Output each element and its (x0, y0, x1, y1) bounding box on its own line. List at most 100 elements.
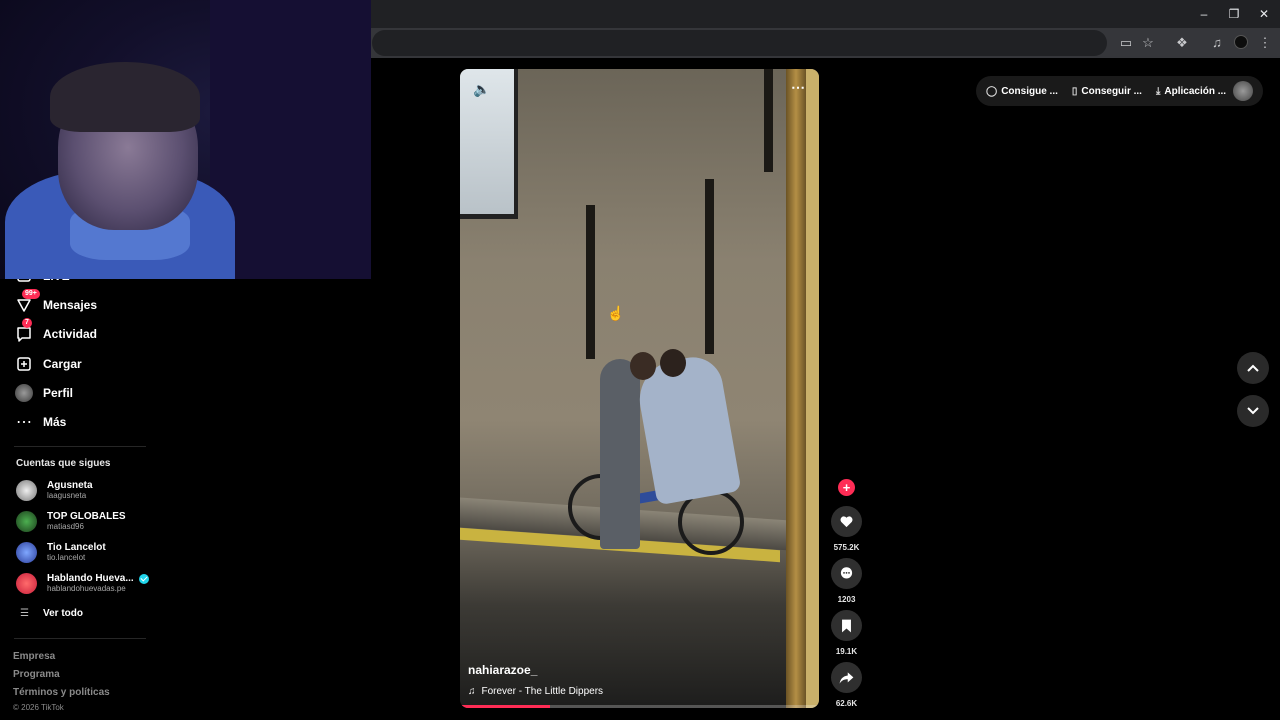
account-username: laagusneta (47, 491, 87, 500)
account-name: Hablando Hueva... (47, 573, 149, 584)
close-icon[interactable]: ✕ (1256, 6, 1272, 22)
webcam-overlay (0, 0, 371, 279)
sidebar-item-label: Cargar (43, 357, 82, 371)
hand-cursor-icon: ☝ (607, 305, 625, 321)
account-name: TOP GLOBALES (47, 511, 126, 522)
following-section-title: Cuentas que sigues (16, 458, 111, 469)
phone-icon: ▯ (1071, 85, 1078, 97)
see-all-button[interactable]: ☰ Ver todo (20, 608, 83, 619)
chevron-up-icon (1247, 364, 1259, 372)
following-account[interactable]: Tio Lancelot tio.lancelot (16, 542, 106, 563)
see-all-label: Ver todo (42, 608, 83, 619)
account-username: tio.lancelot (47, 553, 86, 562)
get-app-label: Conseguir ... (1081, 85, 1142, 97)
sidebar-item-more[interactable]: ⋯ Más (14, 410, 66, 434)
messages-icon: 99+ (14, 289, 40, 315)
video-scene-head (630, 352, 656, 380)
following-account[interactable]: Agusneta laagusneta (16, 480, 93, 501)
sidebar-item-label: Perfil (43, 386, 74, 400)
sidebar-divider (14, 446, 146, 447)
avatar (16, 480, 37, 501)
download-icon: ⤓ (1155, 85, 1161, 97)
video-author[interactable]: nahiarazoe_ (468, 663, 537, 677)
messages-badge: 99+ (22, 289, 40, 299)
sidebar-item-label: Actividad (43, 327, 98, 341)
get-app-button[interactable]: ▯ Conseguir ... (1072, 86, 1142, 97)
copyright: © 2026 TikTok (13, 703, 64, 712)
share-count: 62.6K (835, 699, 858, 708)
user-avatar[interactable] (1233, 81, 1253, 101)
heart-icon (840, 516, 853, 528)
browser-profile-icon[interactable] (1234, 35, 1248, 49)
video-scene-pole (786, 69, 806, 708)
follow-button[interactable]: + (838, 479, 855, 496)
coin-icon: ◯ (986, 85, 998, 97)
chevron-down-icon (1247, 407, 1259, 415)
share-button[interactable] (831, 662, 862, 693)
video-more-icon[interactable]: ⋯ (791, 79, 805, 96)
avatar (16, 542, 37, 563)
share-icon (839, 671, 854, 684)
music-title: Forever - The Little Dippers (481, 686, 604, 697)
account-name-text: Hablando Hueva... (47, 573, 134, 584)
media-control-icon[interactable]: ♫ (1209, 35, 1225, 51)
video-scene-pole-edge (806, 69, 819, 708)
minimize-icon[interactable]: – (1196, 6, 1212, 22)
account-username: matiasd96 (47, 522, 84, 531)
download-app-label: Aplicación ... (1164, 85, 1227, 97)
sidebar-item-upload[interactable]: Cargar (14, 352, 82, 376)
restore-icon[interactable]: ❐ (1226, 6, 1242, 22)
bookmark-star-icon[interactable]: ☆ (1140, 35, 1156, 51)
install-app-icon[interactable]: ▭ (1118, 35, 1134, 51)
get-coins-label: Consigue ... (1001, 85, 1058, 97)
verified-icon (138, 573, 149, 584)
following-account[interactable]: Hablando Hueva... hablandohuevadas.pe (16, 573, 149, 594)
footer-link-company[interactable]: Empresa (13, 651, 55, 662)
next-video-button[interactable] (1237, 395, 1269, 427)
sidebar-divider (14, 638, 146, 639)
footer-link-terms[interactable]: Términos y políticas (13, 687, 110, 698)
video-scene-slot (764, 69, 773, 172)
comment-button[interactable] (831, 558, 862, 589)
sidebar-item-activity[interactable]: 7 Actividad (14, 318, 98, 346)
comment-icon (840, 567, 853, 579)
save-button[interactable] (831, 610, 862, 641)
sidebar-item-profile[interactable]: Perfil (14, 381, 73, 405)
music-note-icon: ♫ (468, 686, 476, 697)
profile-avatar (14, 383, 34, 403)
video-scene-head (660, 349, 686, 377)
video-music[interactable]: ♫ Forever - The Little Dippers (468, 686, 603, 697)
comment-count: 1203 (837, 595, 856, 604)
avatar (16, 511, 37, 532)
video-progress-fill (460, 705, 550, 708)
footer-link-program[interactable]: Programa (13, 669, 60, 680)
download-app-button[interactable]: ⤓ Aplicación ... (1156, 86, 1226, 97)
activity-icon: 7 (14, 318, 34, 344)
save-count: 19.1K (835, 647, 858, 656)
extensions-icon[interactable]: ❖ (1174, 35, 1190, 51)
video-player[interactable]: 🔈 ⋯ nahiarazoe_ ♫ Forever - The Little D… (460, 69, 819, 708)
activity-badge: 7 (22, 318, 32, 328)
account-username: hablandohuevadas.pe (47, 584, 126, 593)
browser-menu-icon[interactable]: ⋮ (1257, 35, 1273, 51)
top-actions-bar: ◯ Consigue ... ▯ Conseguir ... ⤓ Aplicación… (976, 76, 1263, 106)
get-coins-button[interactable]: ◯ Consigue ... (986, 86, 1058, 97)
webcam-person-cap (50, 62, 200, 132)
account-name: Agusneta (47, 480, 93, 491)
sidebar-item-label: Más (43, 415, 67, 429)
like-button[interactable] (831, 506, 862, 537)
video-scene-slot (705, 179, 714, 354)
video-progress-bar[interactable] (460, 705, 819, 708)
sidebar-item-messages[interactable]: 99+ Mensajes (14, 289, 98, 317)
sidebar-item-label: Mensajes (43, 298, 98, 312)
list-icon: ☰ (20, 608, 29, 619)
avatar (16, 573, 37, 594)
upload-icon (14, 354, 34, 374)
volume-icon[interactable]: 🔈 (473, 81, 490, 98)
following-account[interactable]: TOP GLOBALES matiasd96 (16, 511, 126, 532)
video-scene-slot (586, 205, 595, 359)
previous-video-button[interactable] (1237, 352, 1269, 384)
like-count: 575.2K (833, 543, 860, 552)
address-bar[interactable] (372, 30, 1107, 56)
account-name: Tio Lancelot (47, 542, 106, 553)
